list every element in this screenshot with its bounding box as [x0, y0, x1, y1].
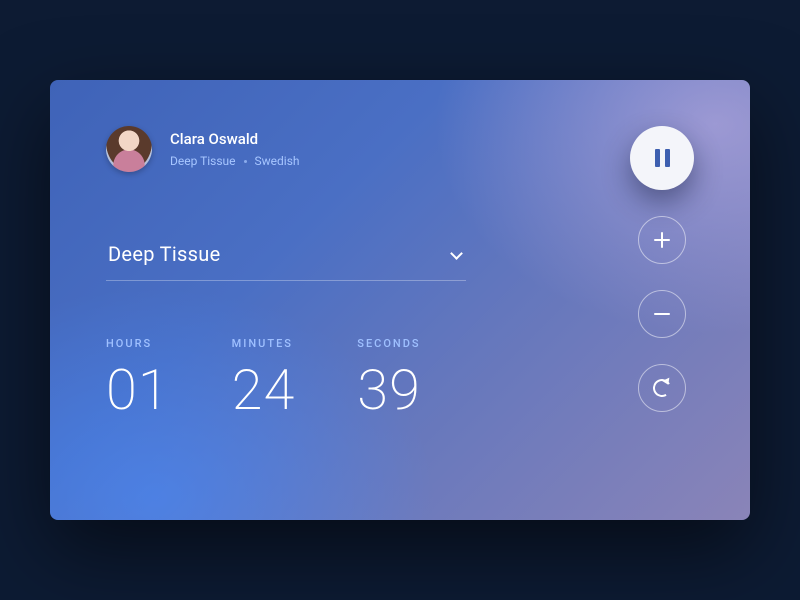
timer-seconds-value: 39	[357, 362, 421, 418]
avatar	[106, 126, 152, 172]
card-header: Clara Oswald Deep Tissue Swedish	[106, 126, 694, 172]
timer-seconds-label: SECONDS	[357, 337, 421, 350]
user-name: Clara Oswald	[170, 130, 300, 148]
reset-icon	[652, 378, 672, 398]
timer-seconds: SECONDS 39	[357, 337, 421, 418]
minus-icon	[654, 313, 670, 315]
treatment-selector[interactable]: Deep Tissue	[106, 242, 466, 281]
chevron-down-icon	[450, 248, 462, 260]
reset-button[interactable]	[638, 364, 686, 412]
timer-hours-value: 01	[106, 362, 170, 418]
timer-hours: HOURS 01	[106, 337, 170, 418]
treatment-selector-label: Deep Tissue	[108, 242, 221, 266]
user-tag: Deep Tissue	[170, 154, 236, 168]
pause-icon	[655, 149, 670, 167]
subtract-time-button[interactable]	[638, 290, 686, 338]
timer-controls	[630, 126, 694, 412]
timer-card: Clara Oswald Deep Tissue Swedish Deep Ti…	[50, 80, 750, 520]
tag-separator	[244, 160, 247, 163]
timer-minutes: MINUTES 24	[232, 337, 296, 418]
timer-hours-label: HOURS	[106, 337, 170, 350]
timer-display: HOURS 01 MINUTES 24 SECONDS 39	[106, 337, 694, 418]
user-tags: Deep Tissue Swedish	[170, 154, 300, 168]
pause-button[interactable]	[630, 126, 694, 190]
plus-icon	[654, 232, 670, 248]
user-tag: Swedish	[255, 154, 300, 168]
add-time-button[interactable]	[638, 216, 686, 264]
user-meta: Clara Oswald Deep Tissue Swedish	[170, 130, 300, 168]
timer-minutes-label: MINUTES	[232, 337, 296, 350]
timer-minutes-value: 24	[232, 362, 296, 418]
